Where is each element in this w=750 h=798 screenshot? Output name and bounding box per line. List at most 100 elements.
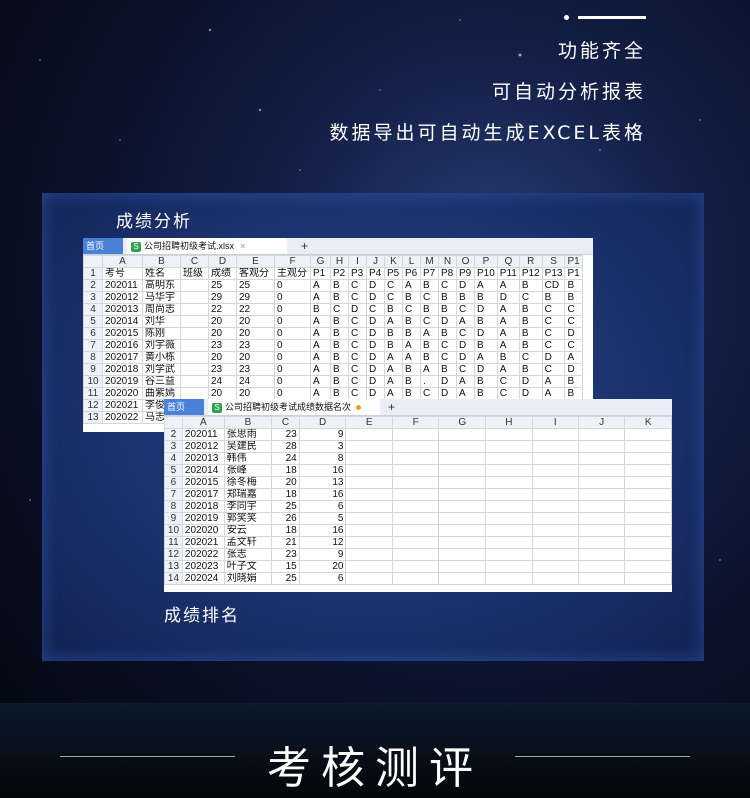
- cell[interactable]: [531, 440, 579, 453]
- cell[interactable]: 16: [298, 524, 347, 537]
- cell[interactable]: A: [310, 327, 331, 340]
- cell[interactable]: B: [438, 363, 457, 376]
- cell[interactable]: A: [384, 375, 403, 388]
- cell[interactable]: 20: [298, 560, 347, 573]
- column-header[interactable]: F: [391, 416, 440, 429]
- home-tab[interactable]: 首页: [83, 238, 123, 254]
- cell[interactable]: [438, 440, 487, 453]
- cell[interactable]: 202023: [181, 560, 225, 573]
- cell[interactable]: [180, 339, 209, 352]
- cell[interactable]: [345, 560, 393, 573]
- cell[interactable]: [485, 488, 533, 501]
- cell[interactable]: 张峰: [223, 464, 273, 477]
- cell[interactable]: B: [518, 363, 543, 376]
- cell[interactable]: C: [348, 279, 367, 292]
- cell[interactable]: 24: [236, 375, 275, 388]
- cell[interactable]: 202022: [181, 548, 225, 561]
- cell[interactable]: 202015: [181, 476, 225, 489]
- cell[interactable]: D: [496, 291, 520, 304]
- cell[interactable]: C: [420, 291, 439, 304]
- row-header[interactable]: 12: [164, 548, 183, 561]
- cell[interactable]: P2: [330, 267, 349, 280]
- cell[interactable]: [438, 524, 487, 537]
- cell[interactable]: C: [348, 387, 367, 400]
- cell[interactable]: 客观分: [236, 267, 275, 280]
- cell[interactable]: [485, 536, 533, 549]
- cell[interactable]: [624, 476, 672, 489]
- cell[interactable]: A: [384, 363, 403, 376]
- cell[interactable]: A: [402, 279, 421, 292]
- row-header[interactable]: 14: [164, 572, 183, 585]
- cell[interactable]: D: [366, 363, 385, 376]
- row-header[interactable]: 11: [164, 536, 183, 549]
- column-header[interactable]: D: [298, 416, 347, 429]
- cell[interactable]: [485, 500, 533, 513]
- cell[interactable]: B: [420, 339, 439, 352]
- row-header[interactable]: 4: [83, 303, 103, 316]
- cell[interactable]: A: [310, 339, 331, 352]
- cell[interactable]: [345, 428, 393, 441]
- cell[interactable]: 202024: [181, 572, 225, 585]
- cell[interactable]: 21: [271, 536, 300, 549]
- cell[interactable]: [438, 512, 487, 525]
- column-header[interactable]: Q: [496, 255, 520, 268]
- cell[interactable]: B: [438, 303, 457, 316]
- corner-cell[interactable]: [83, 255, 103, 268]
- column-header[interactable]: B: [142, 255, 181, 268]
- cell[interactable]: C: [541, 327, 566, 340]
- cell[interactable]: 202017: [181, 488, 225, 501]
- cell[interactable]: 6: [298, 572, 347, 585]
- cell[interactable]: [345, 500, 393, 513]
- cell[interactable]: B: [330, 387, 349, 400]
- cell[interactable]: [624, 428, 672, 441]
- cell[interactable]: A: [496, 303, 520, 316]
- cell[interactable]: C: [366, 303, 385, 316]
- cell[interactable]: C: [456, 363, 475, 376]
- cell[interactable]: [345, 572, 393, 585]
- row-header[interactable]: 3: [164, 440, 183, 453]
- cell[interactable]: P10: [474, 267, 498, 280]
- cell[interactable]: 202012: [181, 440, 225, 453]
- cell[interactable]: [577, 476, 626, 489]
- cell[interactable]: B: [518, 315, 543, 328]
- cell[interactable]: [438, 428, 487, 441]
- cell[interactable]: [438, 560, 487, 573]
- cell[interactable]: [391, 440, 440, 453]
- cell[interactable]: 23: [236, 339, 275, 352]
- cell[interactable]: [577, 572, 626, 585]
- cell[interactable]: [391, 536, 440, 549]
- cell[interactable]: 谷三益: [142, 375, 181, 388]
- cell[interactable]: B: [384, 303, 403, 316]
- column-header[interactable]: J: [577, 416, 626, 429]
- cell[interactable]: 3: [298, 440, 347, 453]
- cell[interactable]: [391, 428, 440, 441]
- cell[interactable]: C: [438, 351, 457, 364]
- cell[interactable]: [485, 572, 533, 585]
- cell[interactable]: A: [310, 291, 331, 304]
- cell[interactable]: 202014: [181, 464, 225, 477]
- home-tab[interactable]: 首页: [164, 399, 204, 415]
- cell[interactable]: .: [420, 375, 439, 388]
- cell[interactable]: 陈刚: [142, 327, 181, 340]
- cell[interactable]: [180, 375, 209, 388]
- column-header[interactable]: H: [330, 255, 349, 268]
- cell[interactable]: 班级: [180, 267, 209, 280]
- cell[interactable]: B: [402, 291, 421, 304]
- cell[interactable]: 202021: [181, 536, 225, 549]
- cell[interactable]: [531, 464, 579, 477]
- cell[interactable]: 28: [271, 440, 300, 453]
- column-header[interactable]: A: [181, 416, 225, 429]
- new-tab-plus-icon[interactable]: +: [301, 238, 308, 254]
- cell[interactable]: D: [456, 339, 475, 352]
- cell[interactable]: C: [438, 339, 457, 352]
- cell[interactable]: B: [330, 279, 349, 292]
- cell[interactable]: 周尚志: [142, 303, 181, 316]
- cell[interactable]: 202013: [181, 452, 225, 465]
- cell[interactable]: P11: [496, 267, 520, 280]
- cell[interactable]: 0: [274, 315, 311, 328]
- cell[interactable]: [438, 476, 487, 489]
- cell[interactable]: 0: [274, 339, 311, 352]
- cell[interactable]: 202020: [102, 387, 143, 400]
- cell[interactable]: [531, 488, 579, 501]
- cell[interactable]: A: [384, 351, 403, 364]
